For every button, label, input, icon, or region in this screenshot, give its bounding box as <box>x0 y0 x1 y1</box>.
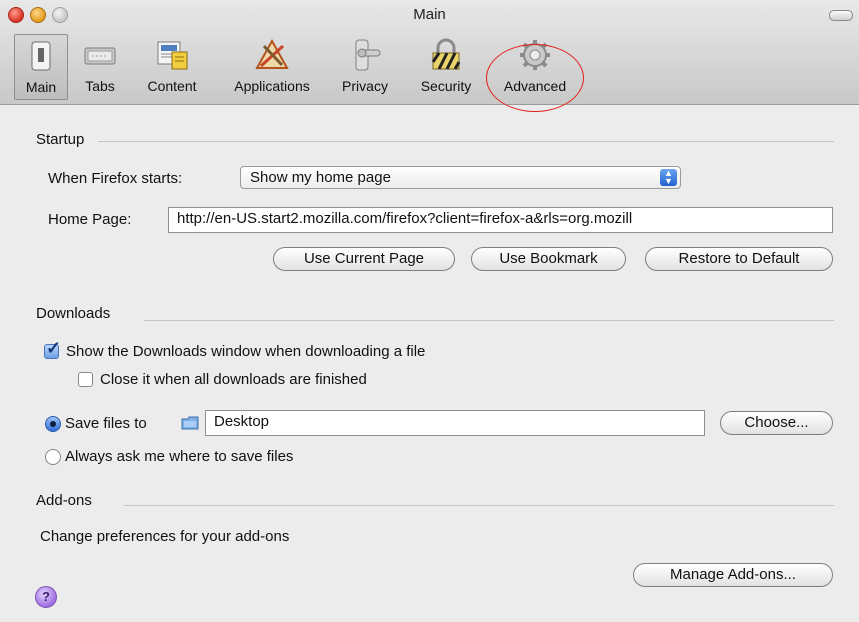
tab-tabs-label: Tabs <box>85 78 115 94</box>
home-page-label: Home Page: <box>48 211 132 228</box>
addons-section-title: Add-ons <box>36 492 92 509</box>
tab-main[interactable]: Main <box>14 34 68 100</box>
choose-button[interactable]: Choose... <box>720 411 833 435</box>
home-page-input[interactable]: http://en-US.start2.mozilla.com/firefox?… <box>168 207 833 233</box>
folder-icon <box>181 416 199 430</box>
tab-main-label: Main <box>25 79 57 95</box>
window-title: Main <box>413 6 446 23</box>
always-ask-label: Always ask me where to save files <box>65 448 294 465</box>
save-files-to-label: Save files to <box>65 415 147 432</box>
addons-divider <box>124 505 834 506</box>
when-firefox-starts-select[interactable]: Show my home page ▲ ▼ <box>240 166 681 189</box>
preferences-window: Main Main Tabs Content Applications Priv… <box>0 0 859 622</box>
manage-addons-button[interactable]: Manage Add-ons... <box>633 563 833 587</box>
select-arrows-icon: ▲ ▼ <box>660 169 677 186</box>
checkmark-icon: ✓ <box>46 338 62 358</box>
use-current-page-button[interactable]: Use Current Page <box>273 247 455 271</box>
close-when-finished-label: Close it when all downloads are finished <box>100 371 367 388</box>
save-location-value: Desktop <box>214 413 270 430</box>
title-bar: Main Main Tabs Content Applications Priv… <box>0 0 859 112</box>
privacy-doorhandle-icon <box>355 39 381 71</box>
content-icon <box>157 41 188 70</box>
restore-to-default-button[interactable]: Restore to Default <box>645 247 833 271</box>
tab-privacy[interactable]: Privacy <box>334 34 396 100</box>
tab-content[interactable]: Content <box>138 34 206 100</box>
close-when-finished-checkbox[interactable] <box>78 372 93 387</box>
save-location-field[interactable]: Desktop <box>205 410 705 436</box>
tab-security-label: Security <box>420 78 472 94</box>
show-downloads-window-checkbox[interactable]: ✓ <box>44 338 61 359</box>
show-downloads-window-label: Show the Downloads window when downloadi… <box>66 343 426 360</box>
when-firefox-starts-label: When Firefox starts: <box>48 170 183 187</box>
advanced-gear-icon <box>520 40 550 70</box>
home-page-value: http://en-US.start2.mozilla.com/firefox?… <box>177 210 633 227</box>
tab-applications[interactable]: Applications <box>220 34 324 100</box>
when-firefox-starts-value: Show my home page <box>250 169 391 186</box>
tab-advanced[interactable]: Advanced <box>492 34 578 100</box>
save-files-to-radio[interactable] <box>45 416 61 432</box>
always-ask-radio[interactable] <box>45 449 61 465</box>
downloads-section-title: Downloads <box>36 305 111 322</box>
startup-divider <box>98 141 834 142</box>
toolbar-toggle-button[interactable] <box>829 10 853 21</box>
tabs-icon <box>84 47 116 65</box>
downloads-divider <box>144 320 834 321</box>
tab-security[interactable]: Security <box>412 34 480 100</box>
applications-icon <box>255 38 289 69</box>
tab-tabs[interactable]: Tabs <box>72 34 128 100</box>
addons-description: Change preferences for your add-ons <box>40 528 290 545</box>
help-button[interactable]: ? <box>35 586 57 608</box>
tab-content-label: Content <box>147 78 197 94</box>
main-switch-icon <box>31 41 51 71</box>
tab-applications-label: Applications <box>234 78 310 94</box>
security-lock-icon <box>431 38 461 70</box>
tab-privacy-label: Privacy <box>342 78 388 94</box>
startup-section-title: Startup <box>36 131 85 148</box>
use-bookmark-button[interactable]: Use Bookmark <box>471 247 626 271</box>
tab-advanced-label: Advanced <box>503 78 567 94</box>
